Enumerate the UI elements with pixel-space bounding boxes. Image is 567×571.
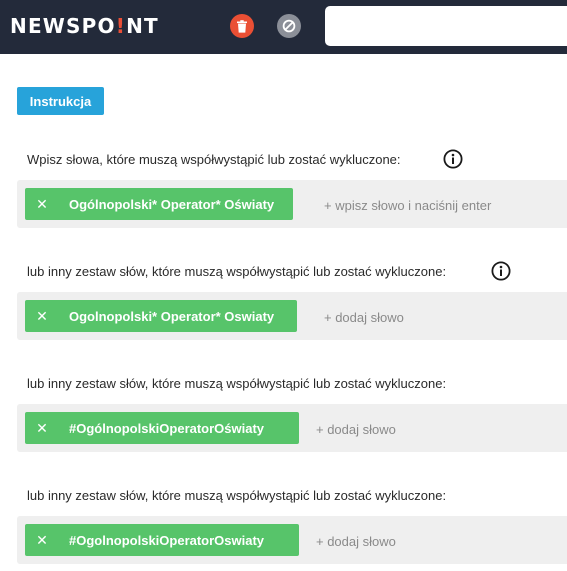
remove-tag-icon[interactable]: ✕: [25, 532, 59, 549]
keyword-tag: ✕ #OgólnopolskiOperatorOświaty: [25, 412, 299, 444]
keyword-row: ✕ Ogolnopolski* Operator* Oswiaty: [17, 292, 567, 340]
remove-tag-icon[interactable]: ✕: [25, 196, 59, 213]
logo-accent: !: [115, 14, 127, 38]
info-icon[interactable]: [443, 149, 463, 169]
keyword-set-label: lub inny zestaw słów, które muszą współw…: [27, 376, 447, 391]
keyword-set-label: Wpisz słowa, które muszą współwystąpić l…: [27, 152, 401, 167]
keyword-input[interactable]: [322, 192, 556, 218]
keyword-tag-text: #OgolnopolskiOperatorOswiaty: [69, 532, 265, 548]
keyword-input[interactable]: [314, 528, 548, 554]
keyword-tag-text: #OgólnopolskiOperatorOświaty: [69, 420, 265, 436]
keyword-row: ✕ Ogólnopolski* Operator* Oświaty: [17, 180, 567, 228]
keyword-set-label: lub inny zestaw słów, które muszą współw…: [27, 264, 447, 279]
instructions-button[interactable]: Instrukcja: [17, 87, 104, 115]
keyword-tag-text: Ogólnopolski* Operator* Oświaty: [69, 196, 275, 212]
keyword-input[interactable]: [322, 304, 556, 330]
keyword-row: ✕ #OgólnopolskiOperatorOświaty: [17, 404, 567, 452]
keyword-tag: ✕ Ogólnopolski* Operator* Oświaty: [25, 188, 293, 220]
top-bar: NEWSPO!NT: [0, 0, 567, 54]
info-icon[interactable]: [491, 261, 511, 281]
block-icon: [282, 19, 296, 33]
keyword-set-label: lub inny zestaw słów, które muszą współw…: [27, 488, 447, 503]
block-button[interactable]: [277, 14, 301, 38]
keyword-row: ✕ #OgolnopolskiOperatorOswiaty: [17, 516, 567, 564]
keyword-tag: ✕ Ogolnopolski* Operator* Oswiaty: [25, 300, 297, 332]
delete-button[interactable]: [230, 14, 254, 38]
keyword-tag: ✕ #OgolnopolskiOperatorOswiaty: [25, 524, 299, 556]
remove-tag-icon[interactable]: ✕: [25, 420, 59, 437]
search-input[interactable]: [325, 6, 567, 46]
keyword-input[interactable]: [314, 416, 548, 442]
logo-text-end: NT: [126, 14, 159, 38]
remove-tag-icon[interactable]: ✕: [25, 308, 59, 325]
trash-icon: [237, 19, 247, 33]
logo-text: NEWSPO: [10, 14, 116, 38]
keyword-tag-text: Ogolnopolski* Operator* Oswiaty: [69, 308, 275, 324]
newspoint-logo[interactable]: NEWSPO!NT: [10, 14, 159, 38]
